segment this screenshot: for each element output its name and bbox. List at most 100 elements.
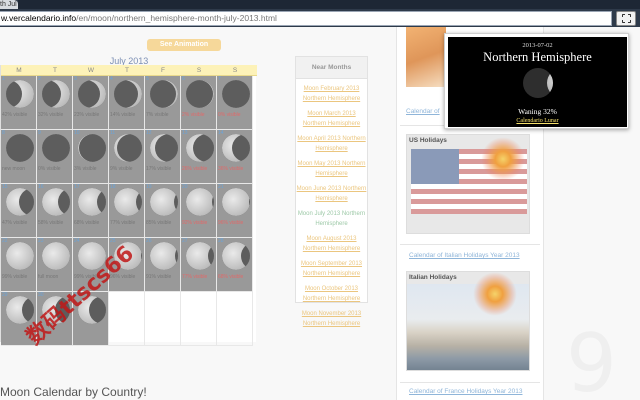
divider — [400, 244, 540, 245]
moon-phase-icon — [150, 80, 178, 108]
near-months-panel: Near Months Moon February 2013 Northern … — [295, 56, 368, 327]
moon-phase-icon — [222, 188, 250, 216]
near-month-link[interactable]: Moon November 2013 Northern Hemisphere — [296, 309, 367, 329]
day-number[interactable]: 7 — [218, 76, 221, 82]
moon-extension-popup[interactable]: 2013-07-02 Northern Hemisphere Waning 32… — [444, 33, 629, 129]
near-month-link[interactable]: Moon August 2013 Northern Hemisphere — [296, 234, 367, 254]
moon-phase-icon — [150, 242, 178, 270]
near-month-link[interactable]: Moon February 2013 Northern Hemisphere — [296, 84, 367, 104]
moon-phase-icon — [114, 80, 142, 108]
calendar-day-cell: 26 91% visible — [145, 238, 181, 292]
day-number[interactable]: 16 — [38, 184, 44, 190]
day-number[interactable]: 24 — [74, 238, 80, 244]
day-number[interactable]: 23 — [38, 238, 44, 244]
address-bar[interactable]: w.vercalendario.info/en/moon/northern_he… — [0, 11, 612, 26]
holiday-thumbnail[interactable] — [406, 27, 446, 87]
visibility-text: 9% visible — [110, 166, 133, 172]
moon-phase-icon — [6, 80, 34, 108]
day-number[interactable]: 28 — [218, 238, 224, 244]
calendar-day-cell: 14 36% visible — [217, 130, 253, 184]
day-number[interactable]: 14 — [218, 130, 224, 136]
day-number[interactable]: 11 — [110, 130, 115, 136]
calendar-day-cell: 4 14% visible — [109, 76, 145, 130]
near-month-link[interactable]: Moon June 2013 Northern Hemisphere — [296, 184, 367, 204]
day-number[interactable]: 13 — [182, 130, 188, 136]
day-number[interactable]: 6 — [182, 76, 185, 82]
day-number[interactable]: 10 — [74, 130, 80, 136]
background-digit: 9 — [566, 317, 617, 400]
popup-title: Northern Hemisphere — [483, 50, 592, 64]
day-number[interactable]: 12 — [146, 130, 152, 136]
calendar-day-cell: 27 77% visible — [181, 238, 217, 292]
day-number[interactable]: 18 — [110, 184, 116, 190]
calendar-day-cell: 18 77% visible — [109, 184, 145, 238]
moon-phase-icon — [150, 134, 178, 162]
day-number[interactable]: 5 — [146, 76, 149, 82]
moon-phase-icon — [186, 242, 214, 270]
section-title: Moon Calendar by Country! — [0, 385, 147, 399]
extension-button[interactable] — [616, 11, 636, 26]
moon-phase-icon — [186, 80, 214, 108]
moon-phase-icon — [114, 134, 142, 162]
near-month-link[interactable]: Moon May 2013 Northern Hemisphere — [296, 159, 367, 179]
moon-phase-icon — [222, 242, 250, 270]
near-month-link[interactable]: Moon March 2013 Northern Hemisphere — [296, 109, 367, 129]
weekday-label: T — [125, 67, 129, 74]
moon-phase-icon — [42, 188, 70, 216]
moon-phase-icon — [114, 188, 142, 216]
calendario-lunar-link[interactable]: Calendario Lunar — [448, 118, 627, 124]
calendar-day-cell — [181, 292, 217, 346]
day-number[interactable]: 27 — [182, 238, 188, 244]
day-number[interactable]: 22 — [2, 238, 8, 244]
sidebar-top-link[interactable]: Calendar of — [406, 108, 440, 115]
italian-holidays-label: Italian Holidays — [409, 274, 457, 281]
day-number[interactable]: 1 — [2, 76, 5, 82]
near-month-link[interactable]: Moon April 2013 Northern Hemisphere — [296, 134, 367, 154]
day-number[interactable]: 3 — [74, 76, 77, 82]
calendar-day-cell: 6 2% visible — [181, 76, 217, 130]
day-number[interactable]: 9 — [38, 130, 41, 136]
moon-phase-icon — [78, 188, 106, 216]
day-number[interactable]: 20 — [182, 184, 188, 190]
visibility-text: new moon — [2, 166, 26, 172]
day-number[interactable]: 4 — [110, 76, 113, 82]
moon-phase-icon — [150, 188, 178, 216]
italian-holidays-image[interactable]: Italian Holidays — [406, 271, 530, 371]
calendar-day-cell — [217, 292, 253, 346]
us-holidays-label: US Holidays — [409, 137, 447, 144]
day-number[interactable]: 21 — [218, 184, 224, 190]
day-number[interactable]: 17 — [74, 184, 80, 190]
us-holidays-image[interactable]: US Holidays — [406, 134, 530, 234]
near-month-link[interactable]: Moon September 2013 Northern Hemisphere — [296, 259, 367, 279]
calendar-day-cell: 8 new moon — [1, 130, 37, 184]
near-month-link[interactable]: Moon October 2013 Northern Hemisphere — [296, 284, 367, 304]
see-animation-button[interactable]: See Animation — [147, 39, 221, 51]
calendar-day-cell: 11 9% visible — [109, 130, 145, 184]
france-holidays-link[interactable]: Calendar of France Holidays Year 2013 — [409, 388, 522, 395]
moon-phase-icon — [222, 134, 250, 162]
day-number[interactable]: 26 — [146, 238, 152, 244]
day-number[interactable]: 8 — [2, 130, 5, 136]
day-number[interactable]: 19 — [146, 184, 152, 190]
fireworks-image — [481, 137, 525, 181]
visibility-text: full moon — [38, 274, 59, 280]
visibility-text: 77% visible — [110, 220, 136, 226]
day-number[interactable]: 15 — [2, 184, 8, 190]
calendar-day-cell — [145, 292, 181, 346]
weekday-label: S — [196, 67, 202, 74]
italian-holidays-link[interactable]: Calendar of Italian Holidays Year 2013 — [409, 252, 520, 259]
visibility-text: 58% visible — [38, 220, 64, 226]
moon-phase-icon — [6, 188, 34, 216]
weekday-label: S — [232, 67, 238, 74]
visibility-text: 92% visible — [182, 220, 208, 226]
day-number[interactable]: 2 — [38, 76, 41, 82]
near-month-current: Moon July 2013 Northern Hemisphere — [297, 211, 366, 227]
visibility-text: 0% visible — [218, 112, 241, 118]
weekday-label: F — [161, 67, 165, 74]
calendar-day-cell: 2 32% visible — [37, 76, 73, 130]
popup-content: 2013-07-02 Northern Hemisphere Waning 32… — [448, 37, 627, 127]
browser-tab[interactable]: th Jul — [0, 0, 18, 9]
calendar-day-cell: 9 0% visible — [37, 130, 73, 184]
day-number[interactable]: 29 — [2, 292, 8, 298]
day-number[interactable]: 30 — [38, 292, 44, 298]
